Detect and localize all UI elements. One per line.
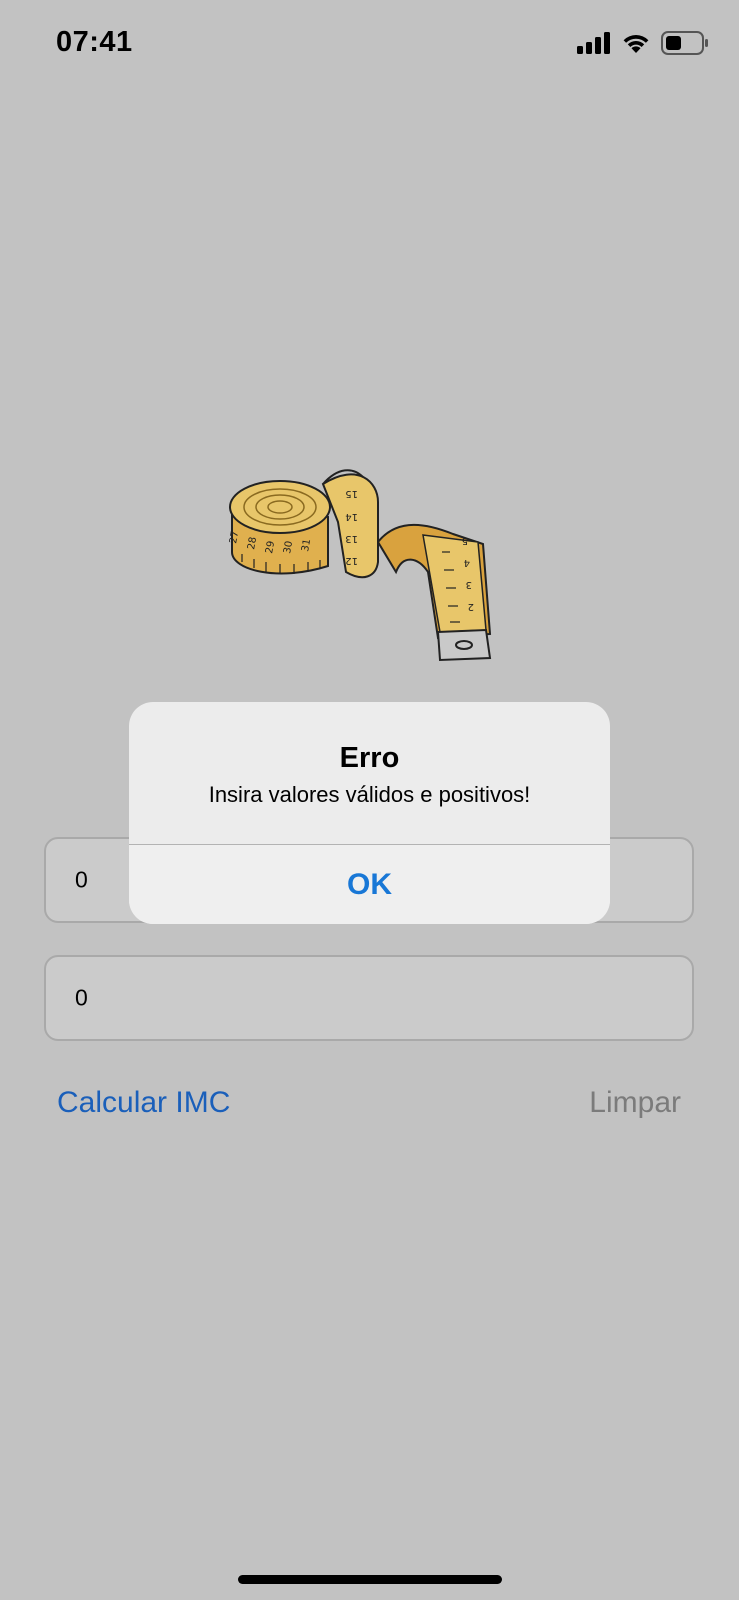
- battery-icon: [661, 31, 709, 60]
- calculate-bmi-button[interactable]: Calcular IMC: [57, 1086, 230, 1120]
- tape-number: 27: [228, 530, 241, 544]
- signal-icon: [577, 32, 611, 59]
- tape-number: 13: [345, 533, 358, 544]
- wifi-icon: [621, 32, 651, 59]
- error-alert: Erro Insira valores válidos e positivos!…: [129, 702, 610, 924]
- tape-number: 14: [345, 511, 358, 522]
- alert-ok-button[interactable]: OK: [129, 845, 610, 924]
- height-input-value: 0: [75, 984, 88, 1011]
- home-indicator[interactable]: [238, 1575, 502, 1584]
- clear-button[interactable]: Limpar: [589, 1086, 681, 1120]
- tape-number: 30: [282, 540, 295, 554]
- height-input[interactable]: 0: [44, 955, 694, 1041]
- tape-number: 15: [345, 488, 358, 499]
- status-bar: 07:41: [0, 0, 739, 90]
- tape-number: 31: [300, 538, 313, 552]
- tape-number: 12: [345, 555, 358, 566]
- status-time: 07:41: [56, 26, 133, 58]
- measuring-tape-icon: 27 28 29 30 31 15 14 13 12 5 4 3 2: [228, 462, 508, 662]
- tape-number: 5: [462, 535, 468, 546]
- tape-number: 2: [468, 601, 474, 612]
- tape-number: 3: [466, 579, 472, 590]
- status-icons: [577, 31, 709, 60]
- tape-number: 4: [464, 557, 470, 568]
- tape-number: 28: [246, 536, 259, 550]
- alert-title: Erro: [339, 742, 400, 774]
- alert-message: Insira valores válidos e positivos!: [208, 782, 531, 807]
- weight-input-value: 0: [75, 866, 88, 893]
- tape-number: 29: [264, 540, 277, 554]
